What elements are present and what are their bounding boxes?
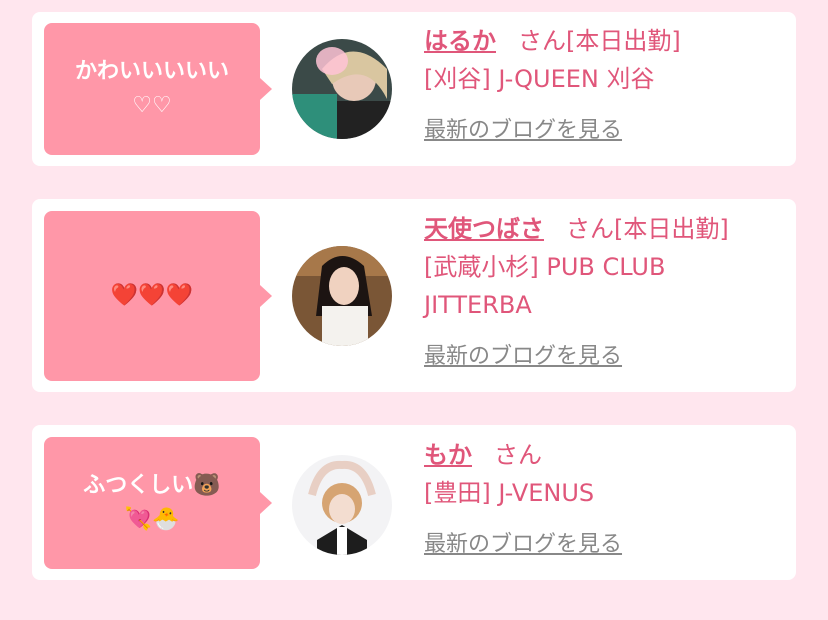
comment-text: かわいいいいい♡♡	[74, 59, 229, 118]
cast-info: 天使つばさ さん[本日出勤] [武蔵小杉] PUB CLUB JITTERBA 最…	[424, 210, 784, 376]
latest-blog-link[interactable]: 最新のブログを見る	[424, 112, 622, 150]
cast-status: さん[本日出勤]	[518, 27, 681, 55]
avatar-photo-icon	[292, 246, 392, 346]
latest-blog-link[interactable]: 最新のブログを見る	[424, 526, 622, 564]
avatar-photo-icon	[292, 455, 392, 555]
avatar[interactable]	[292, 455, 392, 555]
shop-name: [刈谷] J-QUEEN 刈谷	[424, 65, 655, 93]
avatar[interactable]	[292, 246, 392, 346]
shop-name: [豊田] J-VENUS	[424, 479, 595, 507]
shop-name: [武蔵小杉] PUB CLUB JITTERBA	[424, 253, 666, 319]
avatar-photo-icon	[292, 39, 392, 139]
cast-info: はるか さん[本日出勤] [刈谷] J-QUEEN 刈谷 最新のブログを見る	[424, 22, 784, 150]
comment-text: ふつくしい🐻💘🐣	[83, 473, 221, 532]
latest-blog-link[interactable]: 最新のブログを見る	[424, 338, 622, 376]
cast-info: もか さん [豊田] J-VENUS 最新のブログを見る	[424, 436, 784, 564]
cast-name-link[interactable]: もか	[424, 441, 472, 469]
review-card: ふつくしい🐻💘🐣 もか さん [豊田] J-VENUS 最新のブログを見る	[32, 425, 796, 580]
cast-name-link[interactable]: はるか	[424, 27, 496, 55]
cast-status: さん	[494, 441, 542, 469]
comment-bubble: ふつくしい🐻💘🐣	[44, 437, 272, 569]
cast-name-link[interactable]: 天使つばさ	[424, 215, 544, 243]
comment-bubble: ❤️❤️❤️	[44, 211, 272, 381]
avatar[interactable]	[292, 39, 392, 139]
comment-bubble: かわいいいいい♡♡	[44, 23, 272, 155]
cast-status: さん[本日出勤]	[566, 215, 729, 243]
review-card: かわいいいいい♡♡ はるか さん[本日出勤] [刈谷] J-QUEEN 刈谷 最新…	[32, 12, 796, 166]
comment-text: ❤️❤️❤️	[110, 283, 194, 308]
review-card: ❤️❤️❤️ 天使つばさ さん[本日出勤] [武蔵小杉] PUB CLUB JIT…	[32, 199, 796, 392]
